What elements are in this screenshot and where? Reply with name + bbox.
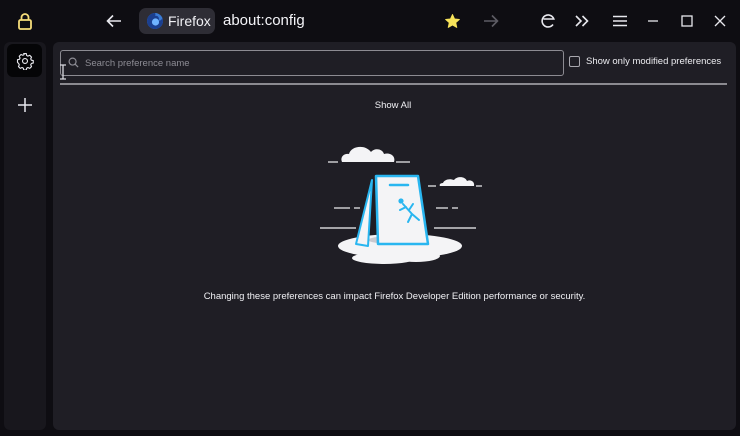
warning-illustration (320, 146, 482, 264)
show-all-button[interactable]: Show All (353, 100, 433, 111)
forward-button[interactable] (480, 10, 502, 32)
hamburger-menu-icon (613, 15, 627, 27)
minimize-icon (648, 20, 658, 22)
overflow-button[interactable] (571, 10, 593, 32)
maximize-button[interactable] (676, 10, 698, 32)
divider (60, 83, 727, 85)
maximize-icon (681, 15, 693, 27)
app-menu-button[interactable] (609, 10, 631, 32)
lock-icon[interactable] (14, 10, 36, 32)
search-icon (68, 57, 80, 69)
arrow-right-icon (484, 14, 499, 28)
minimize-button[interactable] (642, 10, 664, 32)
chevrons-right-icon (575, 15, 589, 27)
url-bar[interactable]: about:config (223, 12, 305, 29)
warning-message: Changing these preferences can impact Fi… (203, 291, 586, 302)
plus-icon (18, 98, 32, 112)
site-identity[interactable]: Firefox (139, 8, 215, 34)
close-window-button[interactable] (709, 10, 731, 32)
extension-button[interactable] (537, 10, 559, 32)
modified-checkbox[interactable] (569, 56, 580, 67)
back-button[interactable] (103, 10, 125, 32)
text-cursor-icon (60, 64, 66, 80)
sidebar (4, 42, 46, 430)
about-config-page: Search preference name Show only modifie… (53, 42, 736, 430)
sidebar-settings-button[interactable] (7, 44, 42, 77)
star-icon (444, 13, 460, 28)
bookmark-star-button[interactable] (441, 10, 463, 32)
close-icon (714, 15, 726, 27)
extension-icon (541, 14, 555, 28)
modified-checkbox-label: Show only modified preferences (586, 56, 722, 67)
modified-preferences-toggle[interactable]: Show only modified preferences (569, 56, 721, 67)
site-identity-label: Firefox (168, 13, 211, 29)
arrow-left-icon (106, 14, 121, 28)
search-placeholder: Search preference name (85, 57, 190, 69)
gear-icon (16, 52, 34, 70)
search-input[interactable]: Search preference name (60, 50, 564, 76)
sidebar-add-button[interactable] (14, 94, 36, 116)
firefox-logo-icon (147, 13, 163, 29)
browser-toolbar: Firefox about:config (0, 0, 740, 42)
